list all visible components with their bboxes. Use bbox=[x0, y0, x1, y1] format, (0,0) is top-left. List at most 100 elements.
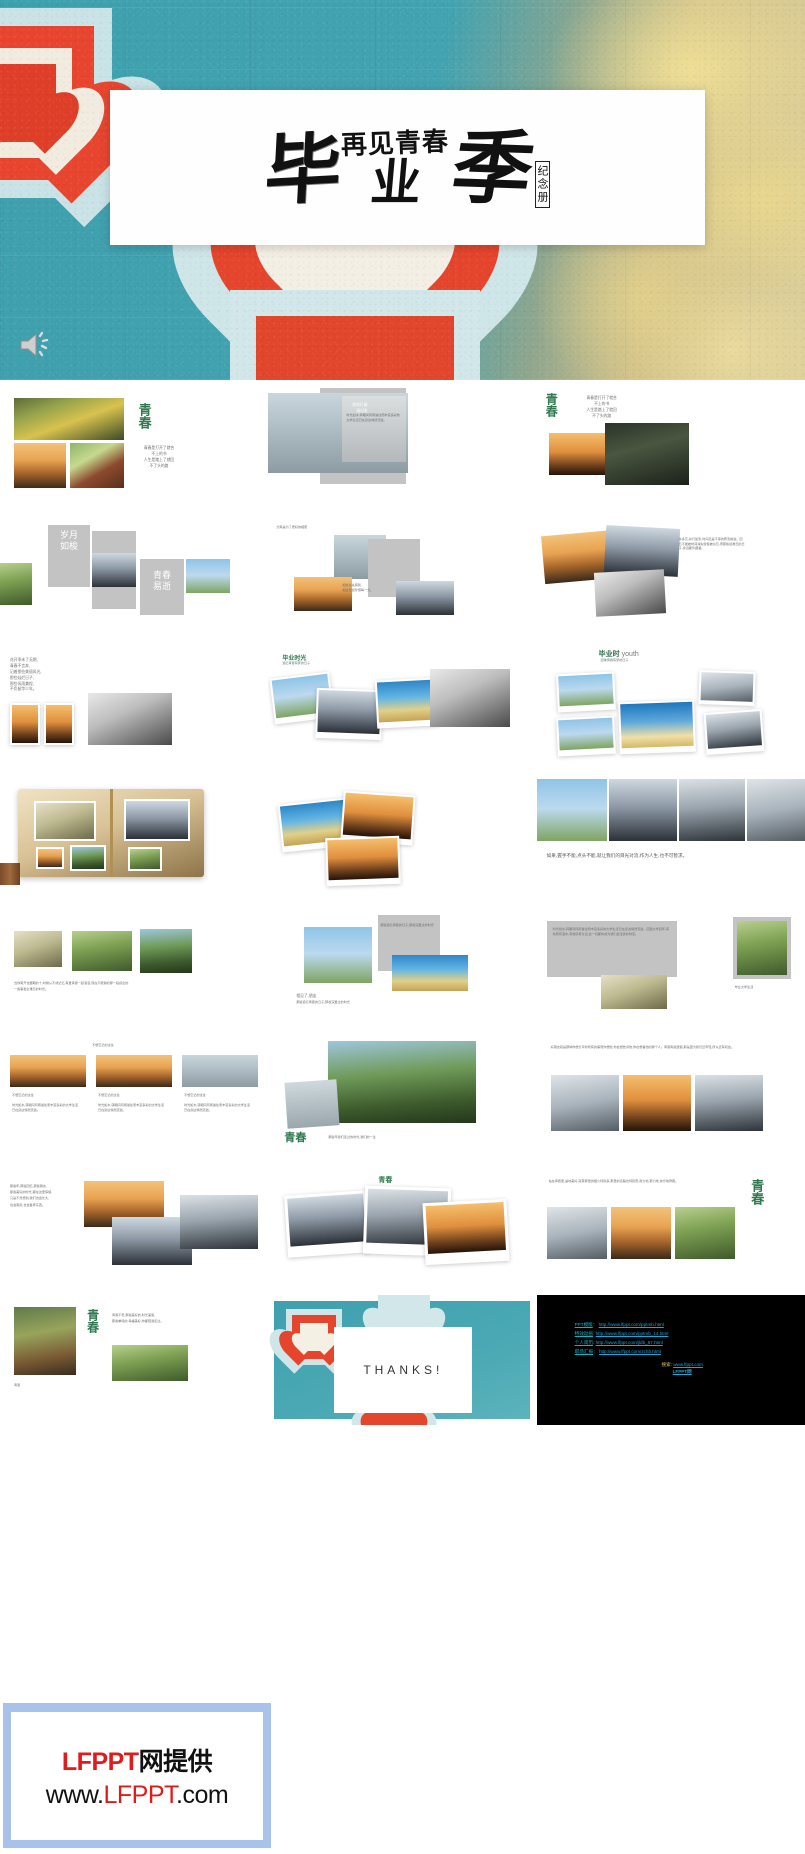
slide-thumb-7[interactable]: 花开季未了无期, 青春不言弃, 记着那些美丽风光, 那些灿烂日子, 那些风雨兼程… bbox=[0, 645, 268, 775]
slide18-body: 好朋友就是那种你想分享你所有的事而你想他,你会想告诉他,你在想着他的那个人。青春… bbox=[550, 1045, 735, 1049]
slide-thumb-2[interactable]: 时光如水,转眼间风雨暑往而丰富多彩的大学生活已在身边悄然流逝。 收拾行囊 再出发 bbox=[268, 385, 537, 515]
slide12-body: 如果,握手不能,点头不能,就让我们的目光对流,作为人生,也不可暂求。 bbox=[546, 854, 688, 859]
slide5-caption-top: 分离是为了更好的相聚 bbox=[276, 525, 308, 529]
slide-thumb-21[interactable]: 站在青春里,遍地美好,就算那里的烟火特别多,那里的道路也特别宽,用力地,努力地,… bbox=[536, 1165, 805, 1295]
link-row-animation[interactable]: 特效动画: http://www.lfppt.com/pptmb_14.html bbox=[575, 1330, 790, 1339]
slide22-caption: 青春 bbox=[14, 1383, 21, 1387]
slide14-heading: 相见了,朋友 bbox=[296, 993, 317, 998]
link-label-pptmb: PPT模版 bbox=[574, 1322, 593, 1327]
lfppt-watermark: LFPPT网提供 www.LFPPT.com bbox=[3, 1703, 271, 1848]
slide4-heading-a: 岁月 如梭 bbox=[59, 531, 78, 553]
link-label-report: 职场汇报 bbox=[574, 1348, 594, 1354]
slide-thumb-12[interactable]: 如果,握手不能,点头不能,就让我们的目光对流,作为人生,也不可暂求。 bbox=[536, 775, 805, 905]
watermark-url-post: .com bbox=[176, 1780, 229, 1809]
slide-thumb-9[interactable]: 毕业时 youth 回味青春有梦的日子 bbox=[536, 645, 805, 775]
slide-thumb-10[interactable] bbox=[0, 775, 268, 905]
slide16-col1-body: 时光如水,转眼间风雨暑往而丰富多彩的大学生活已在身边悄然流逝。 bbox=[12, 1103, 78, 1112]
link-url-report[interactable]: http://www.lfppt.com/zchb.html bbox=[599, 1349, 661, 1354]
search-label: 搜索: bbox=[661, 1361, 672, 1367]
watermark-brand-red: LFPPT bbox=[61, 1747, 139, 1776]
thanks-text: THANKS! bbox=[363, 1363, 444, 1377]
slide-thumb-22[interactable]: 青春 青春不老,那些美好的,时光美丽, 那些单纯的,幸福美好,你都陪我走过。 青… bbox=[0, 1295, 268, 1425]
watermark-brand-suffix: 网提供 bbox=[138, 1747, 213, 1776]
slide3-heading: 青春 bbox=[544, 393, 559, 417]
slide17-heading: 青春 bbox=[284, 1131, 307, 1144]
link-url-animation[interactable]: http://www.lfppt.com/pptmb_14.html bbox=[596, 1331, 669, 1336]
slide2-heading: 收拾行囊 bbox=[352, 402, 368, 407]
slide-thumbnail-grid: 青春 青春是打开了就合 不上的书 人生是踏上了就回 不了头的路 时光如水,转眼间… bbox=[0, 385, 805, 1425]
slide1-body: 青春是打开了就合 不上的书 人生是踏上了就回 不了头的路 bbox=[143, 445, 175, 468]
link-row-report[interactable]: 职场汇报： http://www.lfppt.com/zchb.html bbox=[575, 1348, 790, 1357]
title-char-ye: 业 bbox=[368, 152, 422, 212]
link-row-resume[interactable]: 个人简历: http://www.lfppt.com/jldb_67.html bbox=[575, 1339, 790, 1348]
calligraphy-title: 毕 再见青春 业 季 纪念册 bbox=[262, 119, 550, 216]
slide15-heading: 毕业大学生活 bbox=[734, 985, 754, 989]
slide-thumb-5[interactable]: 分离是为了更好的相聚 相逢总关离别, 相逢更加珍惜每一分。 bbox=[268, 515, 537, 645]
link-sep-1: : bbox=[593, 1330, 595, 1336]
link-sep-0: ： bbox=[592, 1322, 598, 1327]
watermark-inner: LFPPT网提供 www.LFPPT.com bbox=[11, 1711, 263, 1840]
slide-thumb-23[interactable]: THANKS! bbox=[268, 1295, 537, 1425]
link-row-pptmb[interactable]: PPT模版： http://www.lfppt.com/pptmb.html bbox=[575, 1321, 790, 1330]
slide-thumb-4[interactable]: 岁月 如梭 青春 易逝 bbox=[0, 515, 268, 645]
slide-thumb-15[interactable]: 时光如水,转眼间风雨暑往而丰富多彩的大学生活已在身边悄然流逝。回望大学四年,有欢… bbox=[536, 905, 805, 1035]
slide22-heading: 青春 bbox=[85, 1309, 100, 1333]
slide-thumb-3[interactable]: 青春 青春是打开了就合 不上的书 人生是踏上了就回 不了头的路 bbox=[536, 385, 805, 515]
slide21-heading: 青春 bbox=[748, 1179, 764, 1205]
slide5-caption-mid: 相逢总关离别, 相逢更加珍惜每一分。 bbox=[342, 583, 374, 592]
slide14-sub: 那些追忆青春的日子,那些深爱过的时光 bbox=[296, 1000, 350, 1004]
slide-thumb-11[interactable] bbox=[268, 775, 537, 905]
search-site-url[interactable]: www.lfppt.com bbox=[673, 1362, 703, 1367]
slide-thumb-19[interactable]: 那些年,那些回忆,那些朋友, 那些美好的时光,都在这里停留, 只是不曾想到,我们… bbox=[0, 1165, 268, 1295]
slide-thumb-1[interactable]: 青春 青春是打开了就合 不上的书 人生是踏上了就回 不了头的路 bbox=[0, 385, 268, 515]
slide20-heading: 青春 bbox=[378, 1175, 393, 1184]
link-url-pptmb[interactable]: http://www.lfppt.com/pptmb.html bbox=[599, 1322, 664, 1327]
slide21-body: 站在青春里,遍地美好,就算那里的烟火特别多,那里的道路也特别宽,用力地,努力地,… bbox=[548, 1179, 679, 1183]
slide19-body: 那些年,那些回忆,那些朋友, 那些美好的时光,都在这里停留, 只是不曾想到,我们… bbox=[10, 1184, 53, 1207]
slide14-body: 那些追忆青春的日子,那些深爱过的时光 bbox=[380, 923, 434, 927]
link-label-resume: 个人简历 bbox=[574, 1339, 594, 1345]
title-char-bi: 毕 bbox=[262, 122, 340, 216]
slide16-heading-top: 不想忘记的过往 bbox=[92, 1043, 114, 1047]
slide16-col2-body: 时光如水,转眼间风雨暑往而丰富多彩的大学生活已在身边悄然流逝。 bbox=[98, 1103, 164, 1112]
slide9-heading-en: youth bbox=[621, 651, 639, 658]
slide3-body: 青春是打开了就合 不上的书 人生是踏上了就回 不了头的路 bbox=[586, 395, 617, 418]
title-seal: 纪念册 bbox=[535, 160, 550, 208]
slide16-col3-heading: 不想忘记的过往 bbox=[184, 1093, 206, 1097]
slide-thumb-6[interactable]: 许多忘,并行如影,时间还是不停的奔流前进。回忆不能被时间消失慢慢被淡忘,而那些最… bbox=[536, 515, 805, 645]
search-row: 搜索: www.lfppt.com LFPPT网 bbox=[575, 1362, 790, 1375]
slide1-heading: 青春 bbox=[135, 403, 151, 429]
link-url-resume[interactable]: http://www.lfppt.com/jldb_67.html bbox=[596, 1340, 663, 1345]
slide-thumb-18[interactable]: 好朋友就是那种你想分享你所有的事而你想他,你会想告诉他,你在想着他的那个人。青春… bbox=[536, 1035, 805, 1165]
search-brand[interactable]: LFPPT网 bbox=[575, 1369, 790, 1375]
thanks-card: THANKS! bbox=[334, 1327, 473, 1413]
watermark-url-pre: www. bbox=[45, 1780, 104, 1809]
slide-thumb-24[interactable]: PPT模版： http://www.lfppt.com/pptmb.html 特… bbox=[536, 1295, 805, 1425]
slide-thumb-13[interactable]: 当你离开也要期的十,时候从不成记忆,有爱青春一起浪漫,现在不能够的那一段感念的 … bbox=[0, 905, 268, 1035]
link-sep-2: : bbox=[593, 1339, 595, 1345]
slide-thumb-20[interactable]: 青春 bbox=[268, 1165, 537, 1295]
hero-title-slide[interactable]: 毕 再见青春 业 季 纪念册 bbox=[0, 0, 805, 380]
watermark-line-2: www.LFPPT.com bbox=[45, 1780, 229, 1810]
slide2-body: 时光如水,转眼间风雨暑往而丰富多彩的大学生活已在身边悄然流逝。 bbox=[346, 413, 400, 422]
slide17-body: 那些年我们走过的时光,我们的一生 bbox=[328, 1135, 376, 1139]
slide4-heading-b: 青春 易逝 bbox=[152, 571, 171, 593]
slide-thumb-17[interactable]: 青春 那些年我们走过的时光,我们的一生 bbox=[268, 1035, 537, 1165]
slide9-sub: 回味青春有梦的日子 bbox=[600, 658, 629, 662]
slide22-body: 青春不老,那些美好的,时光美丽, 那些单纯的,幸福美好,你都陪我走过。 bbox=[112, 1313, 164, 1323]
slide2-subheading: 再出发 bbox=[356, 408, 368, 413]
link-label-animation: 特效动画 bbox=[574, 1330, 594, 1336]
speaker-icon[interactable] bbox=[18, 330, 52, 360]
slide16-col1-heading: 不想忘记的过往 bbox=[12, 1093, 34, 1097]
links-list: PPT模版： http://www.lfppt.com/pptmb.html 特… bbox=[575, 1321, 790, 1375]
slide7-body: 花开季未了无期, 青春不言弃, 记着那些美丽风光, 那些灿烂日子, 那些风雨兼程… bbox=[10, 657, 42, 692]
slide-thumb-8[interactable]: 毕业时光 追忆青春有梦的日子 bbox=[268, 645, 537, 775]
slide-thumb-16[interactable]: 不想忘记的过往 不想忘记的过往 时光如水,转眼间风雨暑往而丰富多彩的大学生活已在… bbox=[0, 1035, 268, 1165]
slide16-col2-heading: 不想忘记的过往 bbox=[98, 1093, 120, 1097]
title-card: 毕 再见青春 业 季 纪念册 bbox=[110, 90, 705, 245]
watermark-line-1: LFPPT网提供 bbox=[61, 1742, 213, 1778]
slide6-body: 许多忘,并行如影,时间还是不停的奔流前进。回忆不能被时间消失慢慢被淡忘,而那些最… bbox=[678, 537, 745, 551]
slide-thumb-14[interactable]: 那些追忆青春的日子,那些深爱过的时光 相见了,朋友 那些追忆青春的日子,那些深爱… bbox=[268, 905, 537, 1035]
template-preview-page: 毕 再见青春 业 季 纪念册 青春 青春是打开了就合 不上的书 人生是踏上了就回… bbox=[0, 0, 805, 1854]
slide16-col3-body: 时光如水,转眼间风雨暑往而丰富多彩的大学生活已在身边悄然流逝。 bbox=[184, 1103, 250, 1112]
